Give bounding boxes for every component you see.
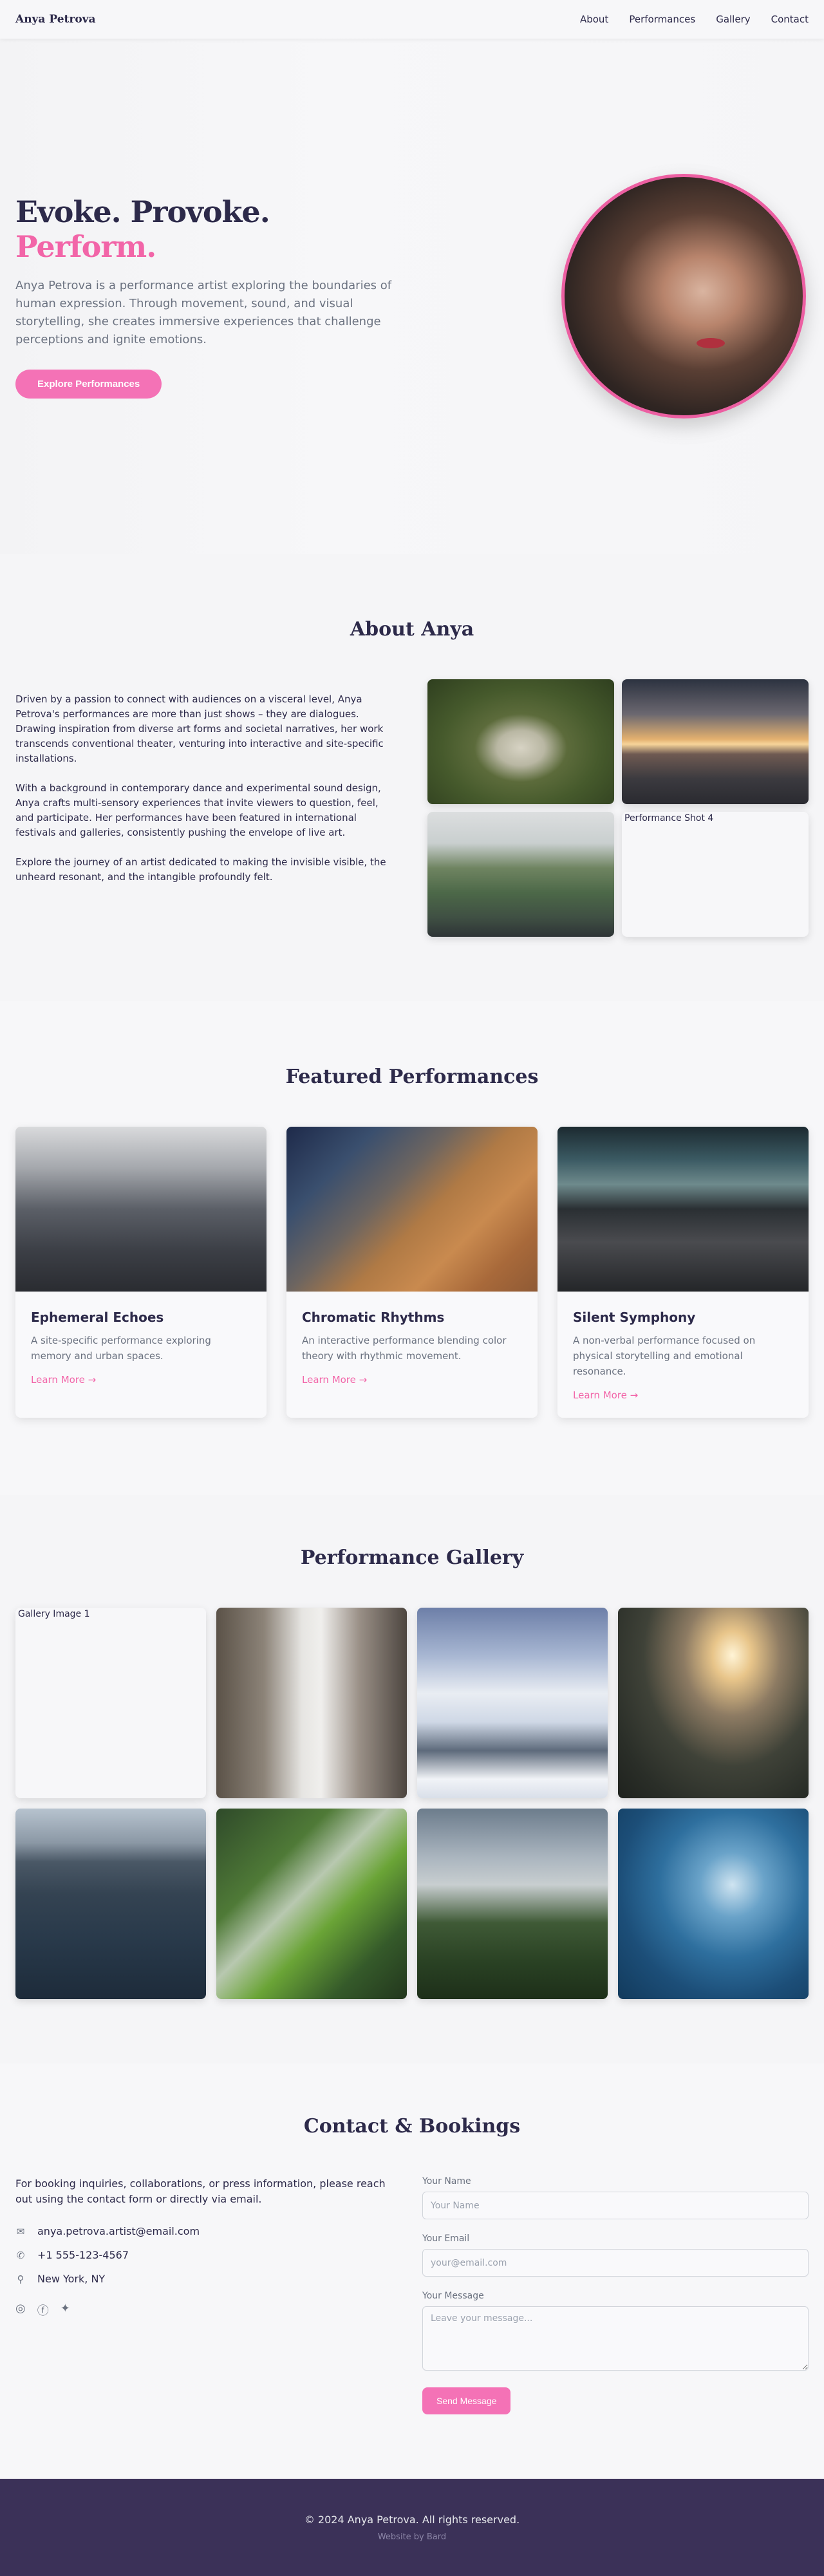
contact-info: For booking inquiries, collaborations, o…: [15, 2176, 395, 2414]
send-message-button[interactable]: Send Message: [422, 2387, 511, 2414]
card-title: Ephemeral Echoes: [31, 1310, 164, 1325]
gallery-image-wave[interactable]: [618, 1809, 809, 1999]
gallery-image-sea-boat[interactable]: [15, 1809, 206, 1999]
arrow-right-icon: →: [630, 1389, 639, 1401]
about-title: About Anya: [350, 618, 474, 641]
nav-links: About Performances Gallery Contact: [580, 14, 809, 25]
about-paragraph-3: Explore the journey of an artist dedicat…: [15, 856, 386, 883]
email-label: Your Email: [422, 2233, 470, 2244]
performance-card: Silent Symphony A non-verbal performance…: [557, 1127, 809, 1418]
hero-content: Evoke. Provoke. Perform. Anya Petrova is…: [15, 194, 402, 399]
hero-description: Anya Petrova is a performance artist exp…: [15, 278, 392, 346]
social-links: ◎ ⓕ ✦: [15, 2302, 395, 2318]
nav-link-contact[interactable]: Contact: [771, 14, 809, 25]
learn-more-link[interactable]: Learn More →: [302, 1374, 367, 1386]
contact-email[interactable]: anya.petrova.artist@email.com: [37, 2225, 200, 2237]
contact-phone[interactable]: +1 555-123-4567: [37, 2249, 129, 2261]
hero-title: Evoke. Provoke. Perform.: [15, 194, 402, 264]
gallery-image-broken[interactable]: Gallery Image 1: [15, 1608, 206, 1798]
name-label: Your Name: [422, 2176, 471, 2186]
gallery-grid: Gallery Image 1: [15, 1608, 809, 1999]
brand-logo[interactable]: Anya Petrova: [15, 13, 96, 26]
instagram-icon[interactable]: ◎: [15, 2302, 26, 2318]
gallery-image-green-waterfall[interactable]: [216, 1809, 407, 1999]
gallery-image-waterfall[interactable]: [216, 1608, 407, 1798]
card-title: Chromatic Rhythms: [302, 1310, 445, 1325]
learn-more-link[interactable]: Learn More →: [573, 1389, 638, 1401]
card-image-skyscraper: [15, 1127, 267, 1292]
contact-email-row: ✉ anya.petrova.artist@email.com: [15, 2225, 395, 2237]
about-photo-broken: Performance Shot 4: [622, 812, 809, 937]
gallery-image-snow-camp[interactable]: [417, 1608, 608, 1798]
footer: © 2024 Anya Petrova. All rights reserved…: [0, 2479, 824, 2576]
contact-form: Your Name Your Email Your Message Send M…: [422, 2176, 809, 2414]
hero-portrait: [561, 174, 806, 418]
nav-link-gallery[interactable]: Gallery: [716, 14, 750, 25]
arrow-right-icon: →: [88, 1374, 97, 1386]
footer-credit: Website by Bard: [377, 2532, 447, 2542]
featured-section: Featured Performances Ephemeral Echoes A…: [0, 1001, 824, 1495]
nav-link-performances[interactable]: Performances: [629, 14, 695, 25]
about-photo-meditation: [427, 679, 614, 804]
name-field[interactable]: [422, 2192, 809, 2219]
contact-location-row: ⚲ New York, NY: [15, 2273, 395, 2285]
facebook-icon[interactable]: ⓕ: [37, 2302, 49, 2318]
email-field[interactable]: [422, 2249, 809, 2277]
about-section: About Anya Driven by a passion to connec…: [0, 554, 824, 1001]
contact-phone-row: ✆ +1 555-123-4567: [15, 2249, 395, 2261]
about-photo-grid: Performance Shot 4: [427, 679, 809, 937]
gallery-image-cliff-sunset[interactable]: [618, 1608, 809, 1798]
arrow-right-icon: →: [359, 1374, 368, 1386]
about-photo-city-park: [427, 812, 614, 937]
hero-section: Evoke. Provoke. Perform. Anya Petrova is…: [0, 39, 824, 554]
envelope-icon: ✉: [16, 2225, 25, 2237]
message-field[interactable]: [422, 2306, 809, 2371]
gallery-section: Performance Gallery Gallery Image 1: [0, 1495, 824, 2064]
top-nav: Anya Petrova About Performances Gallery …: [0, 0, 824, 39]
map-pin-icon: ⚲: [17, 2273, 24, 2285]
phone-icon: ✆: [16, 2249, 25, 2261]
contact-intro: For booking inquiries, collaborations, o…: [15, 2177, 386, 2205]
twitter-icon[interactable]: ✦: [61, 2302, 70, 2318]
hero-title-accent: Perform.: [15, 229, 156, 264]
hero-title-main: Evoke. Provoke.: [15, 194, 270, 229]
card-description: A site-specific performance exploring me…: [31, 1335, 211, 1362]
contact-section: Contact & Bookings For booking inquiries…: [0, 2064, 824, 2479]
card-description: An interactive performance blending colo…: [302, 1335, 507, 1362]
learn-more-link[interactable]: Learn More →: [31, 1374, 96, 1386]
about-paragraph-1: Driven by a passion to connect with audi…: [15, 693, 384, 764]
contact-location: New York, NY: [37, 2273, 106, 2285]
message-label: Your Message: [422, 2291, 484, 2301]
footer-copyright: © 2024 Anya Petrova. All rights reserved…: [304, 2513, 520, 2526]
portrait-detail: [697, 338, 725, 348]
contact-title: Contact & Bookings: [303, 2115, 521, 2138]
nav-link-about[interactable]: About: [580, 14, 608, 25]
card-title: Silent Symphony: [573, 1310, 696, 1325]
about-paragraph-2: With a background in contemporary dance …: [15, 782, 381, 838]
about-text: Driven by a passion to connect with audi…: [15, 679, 395, 937]
about-photo-sunset-rails: [622, 679, 809, 804]
featured-title: Featured Performances: [285, 1066, 539, 1088]
gallery-image-castle[interactable]: [417, 1809, 608, 1999]
card-image-escalator: [557, 1127, 809, 1292]
explore-performances-button[interactable]: Explore Performances: [15, 369, 162, 399]
card-image-desert: [286, 1127, 538, 1292]
performance-card: Chromatic Rhythms An interactive perform…: [286, 1127, 538, 1418]
gallery-title: Performance Gallery: [300, 1547, 524, 1569]
card-description: A non-verbal performance focused on phys…: [573, 1335, 756, 1377]
performance-card: Ephemeral Echoes A site-specific perform…: [15, 1127, 267, 1418]
